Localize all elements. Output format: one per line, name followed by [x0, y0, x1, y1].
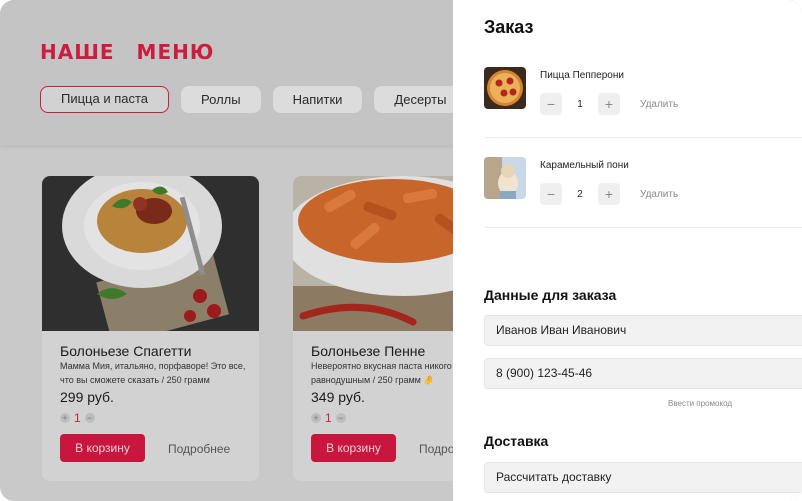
quantity-stepper: − 1 + — [540, 93, 620, 115]
plus-icon[interactable]: + — [311, 413, 321, 423]
pizza-photo — [484, 67, 526, 109]
product-name: Болоньезе Пенне — [311, 343, 426, 359]
increment-button[interactable]: + — [598, 183, 620, 205]
quantity-value: 1 — [325, 411, 332, 425]
order-item: Пицца Пепперони − 1 + Удалить — [484, 67, 802, 157]
phone-field[interactable]: 8 (900) 123-45-46 — [484, 358, 802, 389]
order-item-name: Пицца Пепперони — [540, 70, 624, 81]
delivery-title: Доставка — [484, 433, 549, 449]
tab-pizza-pasta[interactable]: Пицца и паста — [40, 86, 170, 113]
product-card: Болоньезе Спагетти Мамма Мия, итальяно, … — [42, 176, 259, 481]
increment-button[interactable]: + — [598, 93, 620, 115]
dessert-photo — [484, 157, 526, 199]
order-details-title: Данные для заказа — [484, 287, 617, 303]
product-price: 299 руб. — [60, 389, 114, 405]
page-title: НАШЕ МЕНЮ — [40, 40, 215, 64]
promo-code-link[interactable]: Ввести промокод — [668, 399, 732, 408]
order-item-name: Карамельный пони — [540, 160, 629, 171]
app-frame: НАШЕ МЕНЮ Пицца и паста Роллы Напитки Де… — [0, 0, 802, 501]
minus-icon[interactable]: − — [84, 413, 95, 423]
product-name: Болоньезе Спагетти — [60, 343, 192, 359]
plus-icon[interactable]: + — [60, 413, 70, 423]
decrement-button[interactable]: − — [540, 93, 562, 115]
order-item: Карамельный пони − 2 + Удалить — [484, 157, 802, 247]
quantity-value: 1 — [74, 411, 81, 425]
product-price: 349 руб. — [311, 389, 365, 405]
divider — [484, 227, 802, 228]
product-description: Мамма Мия, итальяно, порфаворе! Это все,… — [60, 361, 246, 385]
product-grid: Болоньезе Спагетти Мамма Мия, итальяно, … — [42, 176, 510, 481]
delivery-field[interactable]: Рассчитать доставку — [484, 462, 802, 493]
tab-drinks[interactable]: Напитки — [272, 86, 363, 113]
quantity-stepper: + 1 − — [311, 411, 346, 425]
remove-item-button[interactable]: Удалить — [640, 99, 678, 110]
quantity-stepper: + 1 − — [60, 411, 95, 425]
category-tabs: Пицца и паста Роллы Напитки Десерты — [40, 86, 509, 113]
remove-item-button[interactable]: Удалить — [640, 189, 678, 200]
quantity-stepper: − 2 + — [540, 183, 620, 205]
add-to-cart-button[interactable]: В корзину — [311, 434, 396, 462]
minus-icon[interactable]: − — [335, 413, 346, 423]
divider — [484, 137, 802, 138]
add-to-cart-button[interactable]: В корзину — [60, 434, 145, 462]
quantity-value: 2 — [577, 188, 583, 200]
order-title: Заказ — [484, 17, 534, 37]
name-field[interactable]: Иванов Иван Иванович — [484, 315, 802, 346]
quantity-value: 1 — [577, 98, 583, 110]
order-panel: Заказ Пицца Пепперони − 1 + Удалить Кара… — [453, 0, 802, 501]
decrement-button[interactable]: − — [540, 183, 562, 205]
details-link[interactable]: Подробнее — [168, 442, 230, 456]
spaghetti-photo — [42, 176, 259, 346]
tab-rolls[interactable]: Роллы — [181, 86, 261, 113]
